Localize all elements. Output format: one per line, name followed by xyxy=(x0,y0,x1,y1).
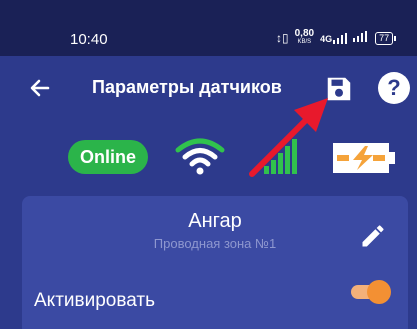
status-icons: ↕▯ 0,80 KB/S 4G 77 xyxy=(276,28,397,46)
net-speed-unit: KB/S xyxy=(297,39,312,45)
net-speed: 0,80 KB/S xyxy=(294,28,315,46)
status-bar: 10:40 ↕▯ 0,80 KB/S 4G 77 xyxy=(0,0,417,56)
activate-toggle[interactable] xyxy=(347,280,391,304)
vibrate-icon: ↕▯ xyxy=(276,31,289,45)
pencil-icon[interactable] xyxy=(359,222,387,250)
signal-label: 4G xyxy=(320,33,333,44)
arrow-left-icon[interactable] xyxy=(28,76,52,100)
net-speed-value: 0,80 xyxy=(294,28,315,39)
activate-label: Активировать xyxy=(34,290,155,311)
zone-subtitle: Проводная зона №1 xyxy=(153,236,277,251)
page-title: Параметры датчиков xyxy=(92,77,282,97)
battery-status: 77 xyxy=(375,31,397,45)
signal-strength-icon xyxy=(353,31,369,45)
wifi-icon xyxy=(175,138,225,175)
online-status-badge: Online xyxy=(68,140,148,174)
cellular-signal-icon xyxy=(264,139,297,174)
sensor-card: Ангар Проводная зона №1 Активировать xyxy=(22,196,408,329)
battery-charging-icon xyxy=(333,143,395,173)
status-time: 10:40 xyxy=(70,31,108,48)
app-bar: Параметры датчиков ? xyxy=(0,56,417,126)
zone-name: Ангар xyxy=(188,210,242,232)
floppy-disk-icon[interactable] xyxy=(324,74,354,104)
toggle-thumb xyxy=(367,280,391,304)
mobile-signal-icon: 4G xyxy=(320,32,348,44)
help-button[interactable]: ? xyxy=(378,72,410,104)
